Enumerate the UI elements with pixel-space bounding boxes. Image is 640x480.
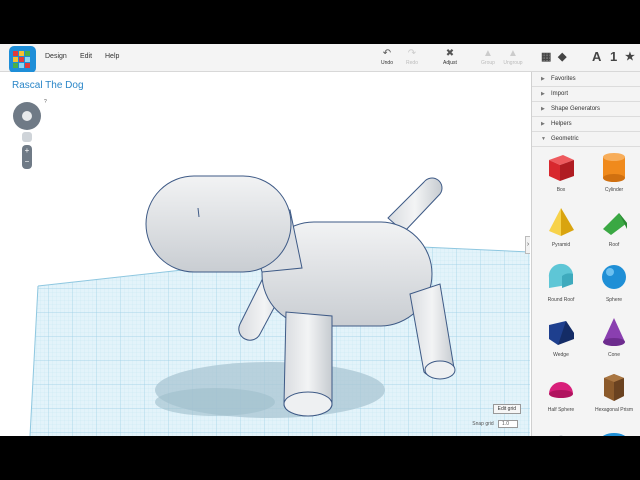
redo-icon: ↷ (407, 48, 417, 59)
zoom-in-button[interactable]: + (22, 145, 32, 156)
menu-design[interactable]: Design (45, 53, 67, 60)
section-favorites[interactable]: ▶ Favorites (532, 72, 640, 87)
cone-icon (603, 318, 625, 346)
top-toolbar: Design Edit Help ↶ Undo ↷ Redo ✖ Adjust … (0, 44, 640, 73)
ungroup-icon: ▲ (508, 48, 518, 59)
app-window: Design Edit Help ↶ Undo ↷ Redo ✖ Adjust … (0, 44, 640, 436)
help-icon[interactable]: ? (44, 99, 47, 105)
shape-roof[interactable]: Roof (587, 205, 640, 248)
hexagonal-prism-icon (604, 374, 624, 401)
tinkercad-logo[interactable] (9, 46, 36, 73)
shape-cone[interactable]: Cone (587, 315, 640, 358)
snap-grid-select[interactable]: 1.0 (498, 420, 518, 428)
zoom-control: + − (22, 145, 32, 169)
chevron-right-icon: ▶ (541, 76, 545, 82)
shape-half-sphere[interactable]: Half Sphere (534, 370, 588, 413)
menu-edit[interactable]: Edit (80, 53, 92, 60)
shapes-panel: ▶ Favorites ▶ Import ▶ Shape Generators ▶ He… (531, 72, 640, 436)
section-geometric[interactable]: ▼ Geometric (532, 132, 640, 147)
adjust-icon: ✖ (445, 48, 455, 59)
shape-pyramid[interactable]: Pyramid (534, 205, 588, 248)
chevron-right-icon: ▶ (541, 91, 545, 97)
half-sphere-icon (549, 382, 573, 398)
chevron-down-icon: ▼ (541, 136, 546, 142)
section-import[interactable]: ▶ Import (532, 87, 640, 102)
cube-view-icon[interactable]: ◆ (558, 49, 566, 65)
cylinder-icon (603, 153, 625, 182)
section-helpers[interactable]: ▶ Helpers (532, 117, 640, 132)
workplane-viewport[interactable]: Rascal The Dog ? + − Edit grid Snap grid… (0, 72, 530, 436)
star-icon[interactable]: ★ (625, 49, 635, 65)
shape-partial-next-2[interactable] (587, 425, 640, 436)
snap-grid-control: Snap grid 1.0 (472, 420, 518, 428)
ungroup-button[interactable]: ▲ Ungroup (498, 48, 528, 66)
grid-view-icon[interactable]: ▦ (541, 49, 551, 65)
shape-box[interactable]: Box (534, 150, 588, 193)
zoom-out-button[interactable]: − (22, 156, 32, 167)
shape-partial-next[interactable] (534, 425, 588, 436)
roof-icon (603, 213, 627, 235)
text-tool[interactable]: A (592, 49, 601, 65)
shape-cylinder[interactable]: Cylinder (587, 150, 640, 193)
snap-grid-label: Snap grid (472, 421, 494, 427)
home-view-button[interactable] (22, 132, 32, 142)
shape-round-roof[interactable]: Round Roof (534, 260, 588, 303)
pyramid-icon (549, 208, 574, 236)
section-shape-generators[interactable]: ▶ Shape Generators (532, 102, 640, 117)
adjust-button[interactable]: ✖ Adjust (435, 48, 465, 66)
box-icon (549, 155, 574, 181)
shape-hexagonal-prism[interactable]: Hexagonal Prism (587, 370, 640, 413)
torus-icon (602, 433, 626, 436)
project-title[interactable]: Rascal The Dog (12, 80, 84, 91)
wedge-icon (549, 321, 574, 345)
view-cube-control[interactable] (13, 102, 41, 130)
shape-sphere[interactable]: Sphere (587, 260, 640, 303)
round-roof-icon (548, 263, 573, 288)
collapse-panel-button[interactable]: › (525, 236, 530, 254)
chevron-right-icon: ▶ (541, 121, 545, 127)
workplane-scene (29, 175, 530, 436)
paraboloid-icon (559, 435, 563, 436)
menu-help[interactable]: Help (105, 53, 119, 60)
sphere-icon (602, 265, 626, 289)
orbit-center-icon[interactable] (22, 111, 32, 121)
redo-button[interactable]: ↷ Redo (397, 48, 427, 66)
edit-grid-button[interactable]: Edit grid (492, 404, 521, 414)
number-tool[interactable]: 1 (610, 49, 617, 65)
chevron-right-icon: ▶ (541, 106, 545, 112)
shape-wedge[interactable]: Wedge (534, 315, 588, 358)
